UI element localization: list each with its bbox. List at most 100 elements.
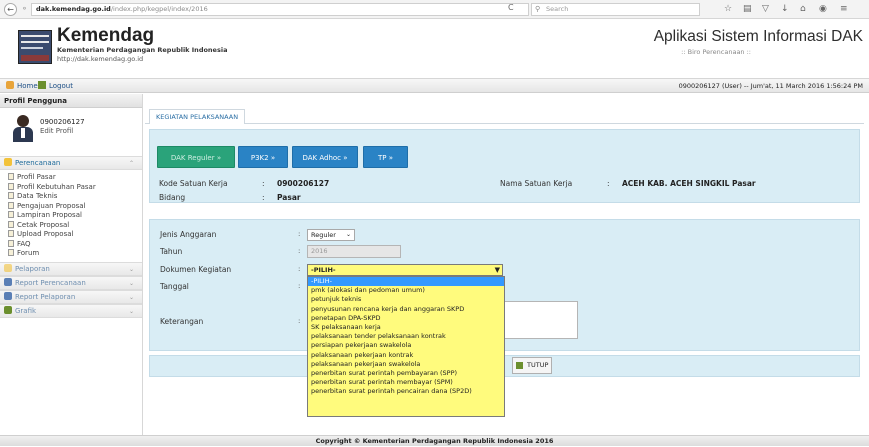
jenis-anggaran-select[interactable]: Reguler ⌄ [307,229,355,241]
dokumen-kegiatan-value: -PILIH- [311,266,336,274]
home-browser-icon[interactable]: ⌂ [800,3,806,16]
footer: Copyright © Kementerian Perdagangan Repu… [0,435,869,446]
dokumen-kegiatan-select[interactable]: -PILIH- ▼ [307,264,503,276]
tutup-label: TUTUP [527,361,549,369]
sidebar-section-report-perencanaan[interactable]: Report Perencanaan ⌄ [0,275,142,290]
url-domain: dak.kemendag.go.id [36,5,111,13]
jenis-anggaran-value: Reguler [311,231,336,239]
document-icon [8,239,14,247]
dropdown-option[interactable]: petunjuk teknis [308,295,504,304]
sidebar-title: Profil Pengguna [0,94,142,108]
dak-reguler-button[interactable]: DAK Reguler » [157,146,235,168]
browser-toolbar: ← ⚬ dak.kemendag.go.id/index.php/kegpel/… [0,0,869,19]
page-info-icon[interactable]: ⚬ [18,3,31,16]
logout-label: Logout [49,82,73,90]
app-title: Aplikasi Sistem Informasi DAK [653,28,863,45]
tanggal-label: Tanggal [160,282,189,291]
tanggal-colon: : [298,282,301,290]
chart-icon [4,305,12,314]
section-label: Report Pelaporan [15,292,76,301]
menu-label: Lampiran Proposal [17,211,82,219]
dak-adhoc-button[interactable]: DAK Adhoc » [292,146,358,168]
p3k2-button[interactable]: P3K2 » [238,146,288,168]
menu-label: Pengajuan Proposal [17,201,86,210]
sidebar: Profil Pengguna 0900206127 Edit Profil P… [0,94,143,435]
menu-label: Forum [17,249,40,257]
dokumen-kegiatan-options: -PILIH-pmk (alokasi dan pedoman umum) pet… [307,276,505,417]
sidebar-section-pelaporan[interactable]: Pelaporan ⌄ [0,261,142,276]
search-icon: ⚲ [535,5,541,13]
document-icon [8,230,14,237]
profile-card: 0900206127 Edit Profil [0,108,142,156]
edit-profile-link[interactable]: Edit Profil [40,127,73,135]
sidebar-item-cetak-proposal[interactable]: Cetak Proposal [8,220,142,231]
back-arrow-icon[interactable]: ← [4,3,17,16]
sidebar-item-lampiran-proposal[interactable]: Lampiran Proposal [8,211,142,221]
dropdown-option[interactable]: penyusunan rencana kerja dan anggaran SK… [308,305,504,314]
sidebar-item-data-teknis[interactable]: Data Teknis [8,192,142,202]
sidebar-item-profil-kebutuhan-pasar[interactable]: Profil Kebutuhan Pasar [8,182,142,193]
sidebar-item-pengajuan-proposal[interactable]: Pengajuan Proposal [8,201,142,212]
chevron-down-icon: ▼ [494,266,500,274]
jenis-anggaran-label: Jenis Anggaran [160,230,217,239]
dropdown-option[interactable]: persiapan pekerjaan swakelola [308,341,504,350]
keterangan-colon: : [298,317,301,325]
dropdown-option[interactable]: pelaksanaan tender pelaksanaan kontrak [308,332,504,341]
sidebar-item-upload-proposal[interactable]: Upload Proposal [8,230,142,240]
bookmark-star-icon[interactable]: ☆ [724,3,732,16]
pocket-icon[interactable]: ▽ [762,3,769,16]
app-subtitle: :: Biro Perencanaan :: [681,48,751,56]
sidebar-section-grafik[interactable]: Grafik ⌄ [0,303,142,318]
download-icon[interactable]: ↓ [781,3,789,16]
url-path: /index.php/kegpel/index/2016 [110,5,208,13]
sidebar-section-perencanaan[interactable]: Perencanaan ⌃ [0,156,142,170]
menu-label: Profil Pasar [17,173,56,181]
jenis-colon: : [298,230,301,238]
reload-icon[interactable]: C [508,3,514,12]
logout-link[interactable]: Logout [38,79,73,93]
section-label: Pelaporan [15,264,50,273]
tahun-input: 2016 [307,245,401,258]
kode-satuan-value: 0900206127 [277,179,330,188]
menu-label: Data Teknis [17,192,58,200]
kode-satuan-label: Kode Satuan Kerja [159,179,228,188]
search-placeholder: Search [546,5,569,13]
dropdown-option[interactable]: -PILIH- [308,277,504,287]
sidebar-item-profil-pasar[interactable]: Profil Pasar [8,173,142,183]
section-label: Report Perencanaan [15,278,86,287]
home-link[interactable]: Home [6,79,38,93]
menu-icon[interactable]: ≡ [840,3,848,16]
tab-bar: KEGIATAN PELAKSANAAN [145,108,864,124]
document-icon [8,182,14,190]
nama-satuan-value: ACEH KAB. ACEH SINGKIL Pasar [622,179,756,188]
dropdown-option[interactable]: penerbitan surat perintah pencairan dana… [308,387,504,396]
bidang-label: Bidang [159,193,186,202]
dropdown-option[interactable]: SK pelaksanaan kerja [308,323,504,332]
dropdown-option[interactable]: pelaksanaan pekerjaan swakelola [308,360,504,369]
reading-list-icon[interactable]: ▤ [743,3,752,16]
nama-satuan-label: Nama Satuan Kerja [500,179,573,188]
home-label: Home [17,82,38,90]
dropdown-option[interactable]: penerbitan surat perintah pembayaran (SP… [308,369,504,378]
dropdown-option[interactable]: pelaksanaan pekerjaan kontrak [308,351,504,360]
chevron-down-icon: ⌄ [128,265,134,273]
sidebar-item-forum[interactable]: Forum [8,249,142,259]
kode-colon: : [262,179,265,188]
tab-kegiatan-pelaksanaan[interactable]: KEGIATAN PELAKSANAAN [149,109,246,124]
kemendag-logo [18,30,52,64]
tutup-button[interactable]: TUTUP [512,357,552,374]
chevron-up-icon: ⌃ [128,160,134,167]
url-bar[interactable]: dak.kemendag.go.id/index.php/kegpel/inde… [31,3,529,16]
sidebar-section-report-pelaporan[interactable]: Report Pelaporan ⌄ [0,289,142,304]
bidang-value: Pasar [277,193,301,202]
bidang-colon: : [262,193,265,202]
dropdown-option[interactable]: penetapan DPA-SKPD [308,314,504,323]
menu-label: Profil Kebutuhan Pasar [17,182,96,191]
dropdown-option[interactable]: pmk (alokasi dan pedoman umum) [308,286,504,295]
browser-search-input[interactable]: ⚲ Search [531,3,700,16]
sidebar-item-faq[interactable]: FAQ [8,239,142,250]
chat-icon[interactable]: ◉ [819,3,827,16]
dropdown-option[interactable]: penerbitan surat perintah membayar (SPM) [308,378,504,387]
section-label: Perencanaan [15,159,61,167]
tp-button[interactable]: TP » [363,146,408,168]
